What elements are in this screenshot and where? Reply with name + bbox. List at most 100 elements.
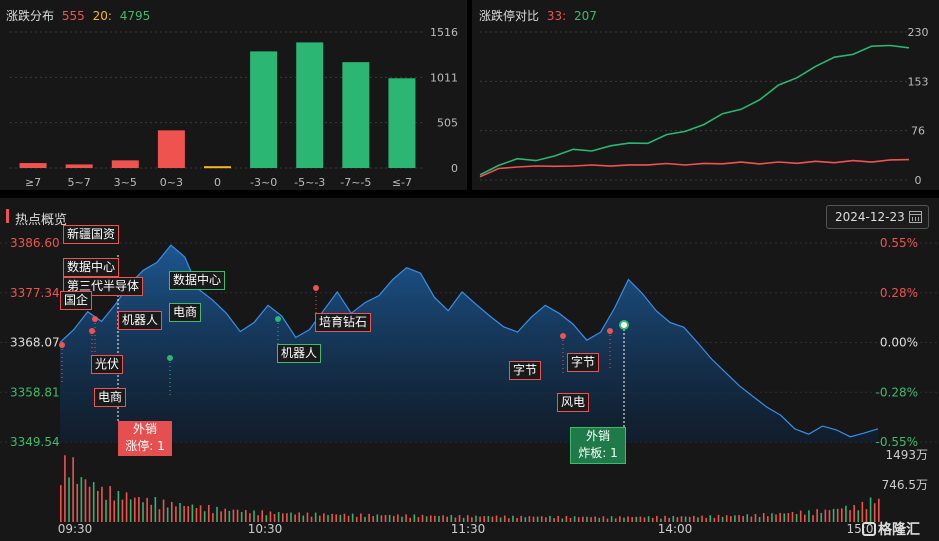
volume-bar	[121, 499, 124, 522]
event-broken-limit-topic: 外销	[585, 429, 610, 443]
volume-bar	[610, 516, 613, 522]
volume-bar	[495, 515, 498, 522]
y-right-label: 0.28%	[880, 286, 918, 300]
y-left-label: 3386.60	[10, 236, 60, 250]
volume-bar	[80, 477, 83, 522]
tag-xinjiang-soe[interactable]: 新疆国资	[63, 225, 120, 244]
volume-bar	[355, 516, 358, 522]
volume-bar	[281, 513, 284, 522]
volume-bar	[125, 492, 128, 522]
volume-bar	[812, 515, 814, 522]
tag-ecommerce[interactable]: 电商	[94, 388, 127, 407]
volume-bar	[294, 514, 296, 522]
volume-bar	[623, 517, 625, 522]
volume-bar	[92, 482, 95, 522]
volume-bar	[76, 483, 79, 522]
volume-bar	[413, 514, 416, 522]
volume-bar	[88, 486, 91, 522]
volume-bar	[849, 510, 851, 522]
volume-bar	[569, 517, 572, 522]
volume-bar	[117, 490, 120, 522]
volume-bar	[508, 518, 510, 522]
volume-bar	[536, 516, 539, 522]
x-tick-label: 11:30	[451, 522, 486, 536]
volume-bar	[162, 499, 165, 522]
volume-bar	[565, 515, 568, 522]
volume-bar	[64, 455, 66, 522]
tag-bytedance-2[interactable]: 字节	[567, 353, 600, 372]
volume-bar	[327, 514, 329, 522]
volume-bar	[557, 515, 559, 522]
volume-bar	[187, 506, 190, 522]
volume-bar	[577, 517, 580, 522]
volume-bar	[212, 513, 214, 522]
volume-bar	[199, 505, 202, 522]
tag-bytedance-1[interactable]: 字节	[509, 361, 542, 380]
tag-wind-power[interactable]: 风电	[557, 393, 590, 412]
volume-bar	[742, 516, 744, 522]
volume-bar	[446, 516, 448, 522]
volume-bar	[487, 515, 490, 522]
marker-dot	[59, 342, 65, 348]
volume-bar	[528, 516, 531, 522]
volume-bar	[598, 517, 601, 522]
volume-bar	[142, 502, 144, 522]
tag-data-center[interactable]: 数据中心	[63, 258, 120, 277]
tag-photovoltaic[interactable]: 光伏	[91, 355, 124, 374]
volume-bar	[84, 479, 87, 522]
y-left-label: 3377.34	[10, 286, 60, 300]
volume-bar	[269, 511, 272, 522]
volume-bar	[438, 516, 440, 522]
volume-bar	[372, 515, 375, 522]
volume-bar	[228, 510, 231, 522]
volume-bar	[425, 516, 428, 522]
volume-bar	[841, 508, 843, 522]
volume-bar	[725, 515, 728, 522]
event-broken-limit-card[interactable]: 外销 炸板: 1	[570, 427, 626, 464]
volume-bar	[820, 512, 823, 522]
marker-dot	[275, 316, 281, 322]
y-left-label: 3358.81	[10, 385, 60, 399]
volume-bar	[376, 514, 379, 522]
volume-bar	[561, 518, 564, 522]
volume-bar	[771, 513, 773, 522]
volume-bar	[738, 515, 740, 522]
volume-bar	[277, 511, 280, 522]
volume-bar	[360, 513, 362, 522]
logo-icon	[862, 522, 876, 536]
volume-bar	[590, 517, 592, 522]
volume-bar	[762, 513, 765, 522]
volume-bar	[105, 499, 107, 522]
volume-bar	[154, 497, 157, 522]
tag-cultivated-diamond[interactable]: 培育钻石	[315, 313, 372, 332]
volume-bar	[553, 518, 555, 522]
volume-bar	[129, 499, 132, 522]
event-limit-up-card[interactable]: 外销 涨停: 1	[118, 421, 172, 456]
volume-bar	[72, 457, 74, 522]
volume-bar	[639, 516, 642, 522]
tag-soe[interactable]: 国企	[60, 291, 93, 310]
marker-dot	[89, 328, 95, 334]
event-limit-up-topic: 外销	[132, 422, 157, 436]
tag-robot-down[interactable]: 机器人	[277, 344, 322, 363]
tag-data-center-down[interactable]: 数据中心	[169, 271, 226, 290]
volume-bar	[384, 514, 387, 522]
volume-bar	[249, 513, 251, 522]
tag-robot[interactable]: 机器人	[118, 311, 163, 330]
volume-bar	[491, 516, 494, 522]
volume-bar	[627, 516, 629, 522]
tag-ecommerce-down[interactable]: 电商	[169, 303, 202, 322]
volume-bar	[351, 513, 354, 522]
volume-bar	[697, 517, 699, 522]
volume-bar	[191, 504, 194, 522]
volume-tick-label: 746.5万	[882, 478, 928, 492]
volume-bar	[750, 516, 753, 522]
volume-bar	[816, 509, 818, 522]
volume-bar	[808, 510, 810, 522]
volume-bar	[224, 508, 227, 522]
volume-bar	[310, 516, 313, 522]
volume-bar	[302, 515, 305, 522]
volume-bar	[746, 514, 749, 522]
volume-bar	[458, 515, 461, 522]
volume-bar	[409, 517, 411, 522]
